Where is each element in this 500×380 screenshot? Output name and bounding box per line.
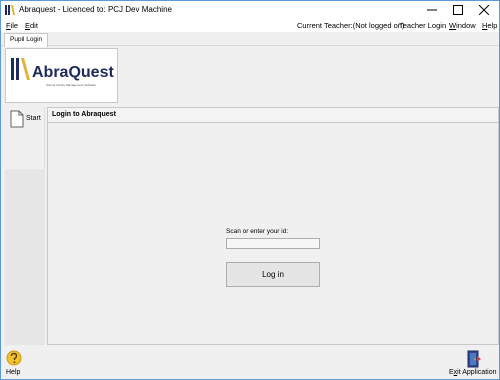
- bottom-bar: Help Exit Application: [1, 345, 499, 379]
- menu-teacher-login[interactable]: Teacher Login: [399, 21, 446, 30]
- window-title: Abraquest - Licenced to: PCJ Dev Machine: [19, 5, 172, 14]
- tab-pupil-login[interactable]: Pupil Login: [4, 33, 49, 47]
- abraquest-logo-box: AbraQuest School Library Management Soft…: [5, 48, 118, 103]
- panel-title: Login to Abraquest: [52, 111, 116, 118]
- menu-file[interactable]: File: [6, 21, 18, 30]
- login-panel: Login to Abraquest Scan or enter your id…: [47, 107, 499, 345]
- id-input[interactable]: [226, 238, 320, 249]
- menu-file-label: ile: [10, 21, 19, 30]
- log-in-button[interactable]: Log in: [226, 262, 320, 287]
- sidebar: Start: [5, 107, 45, 345]
- maximize-icon: [453, 5, 463, 15]
- start-button[interactable]: Start: [5, 107, 45, 131]
- abraquest-app-icon: [5, 5, 15, 15]
- maximize-button[interactable]: [445, 1, 471, 19]
- menu-window-label: indow: [456, 21, 476, 30]
- logo-tagline: School Library Management Software: [46, 83, 97, 87]
- document-icon: [10, 110, 24, 128]
- close-button[interactable]: [471, 1, 497, 19]
- exit-label-part2: it Application: [457, 369, 497, 376]
- minimize-icon: [427, 9, 437, 11]
- help-label: Help: [6, 369, 21, 376]
- menu-bar: File Edit Current Teacher:(Not logged on…: [1, 19, 499, 32]
- menu-help[interactable]: Help: [482, 21, 497, 30]
- exit-door-icon: [467, 350, 481, 368]
- scan-id-label: Scan or enter your id:: [226, 228, 289, 235]
- current-teacher-status: Current Teacher:(Not logged on): [297, 21, 405, 30]
- menu-edit[interactable]: Edit: [25, 21, 38, 30]
- help-icon: [6, 350, 22, 366]
- app-window: Abraquest - Licenced to: PCJ Dev Machine…: [0, 0, 500, 380]
- close-icon: [479, 5, 489, 15]
- title-bar: Abraquest - Licenced to: PCJ Dev Machine: [1, 1, 499, 19]
- menu-help-label: elp: [487, 21, 498, 30]
- menu-edit-label: dit: [30, 21, 38, 30]
- panel-header: Login to Abraquest: [48, 108, 498, 123]
- tab-strip: Pupil Login: [1, 32, 499, 47]
- menu-window[interactable]: Window: [449, 21, 476, 30]
- start-label: Start: [26, 115, 41, 122]
- sidebar-lower-area: [5, 169, 45, 345]
- logo-wordmark: AbraQuest: [32, 64, 114, 81]
- exit-application-label: Exit Application: [449, 369, 496, 376]
- minimize-button[interactable]: [419, 1, 445, 19]
- abraquest-logo: AbraQuest School Library Management Soft…: [11, 58, 114, 87]
